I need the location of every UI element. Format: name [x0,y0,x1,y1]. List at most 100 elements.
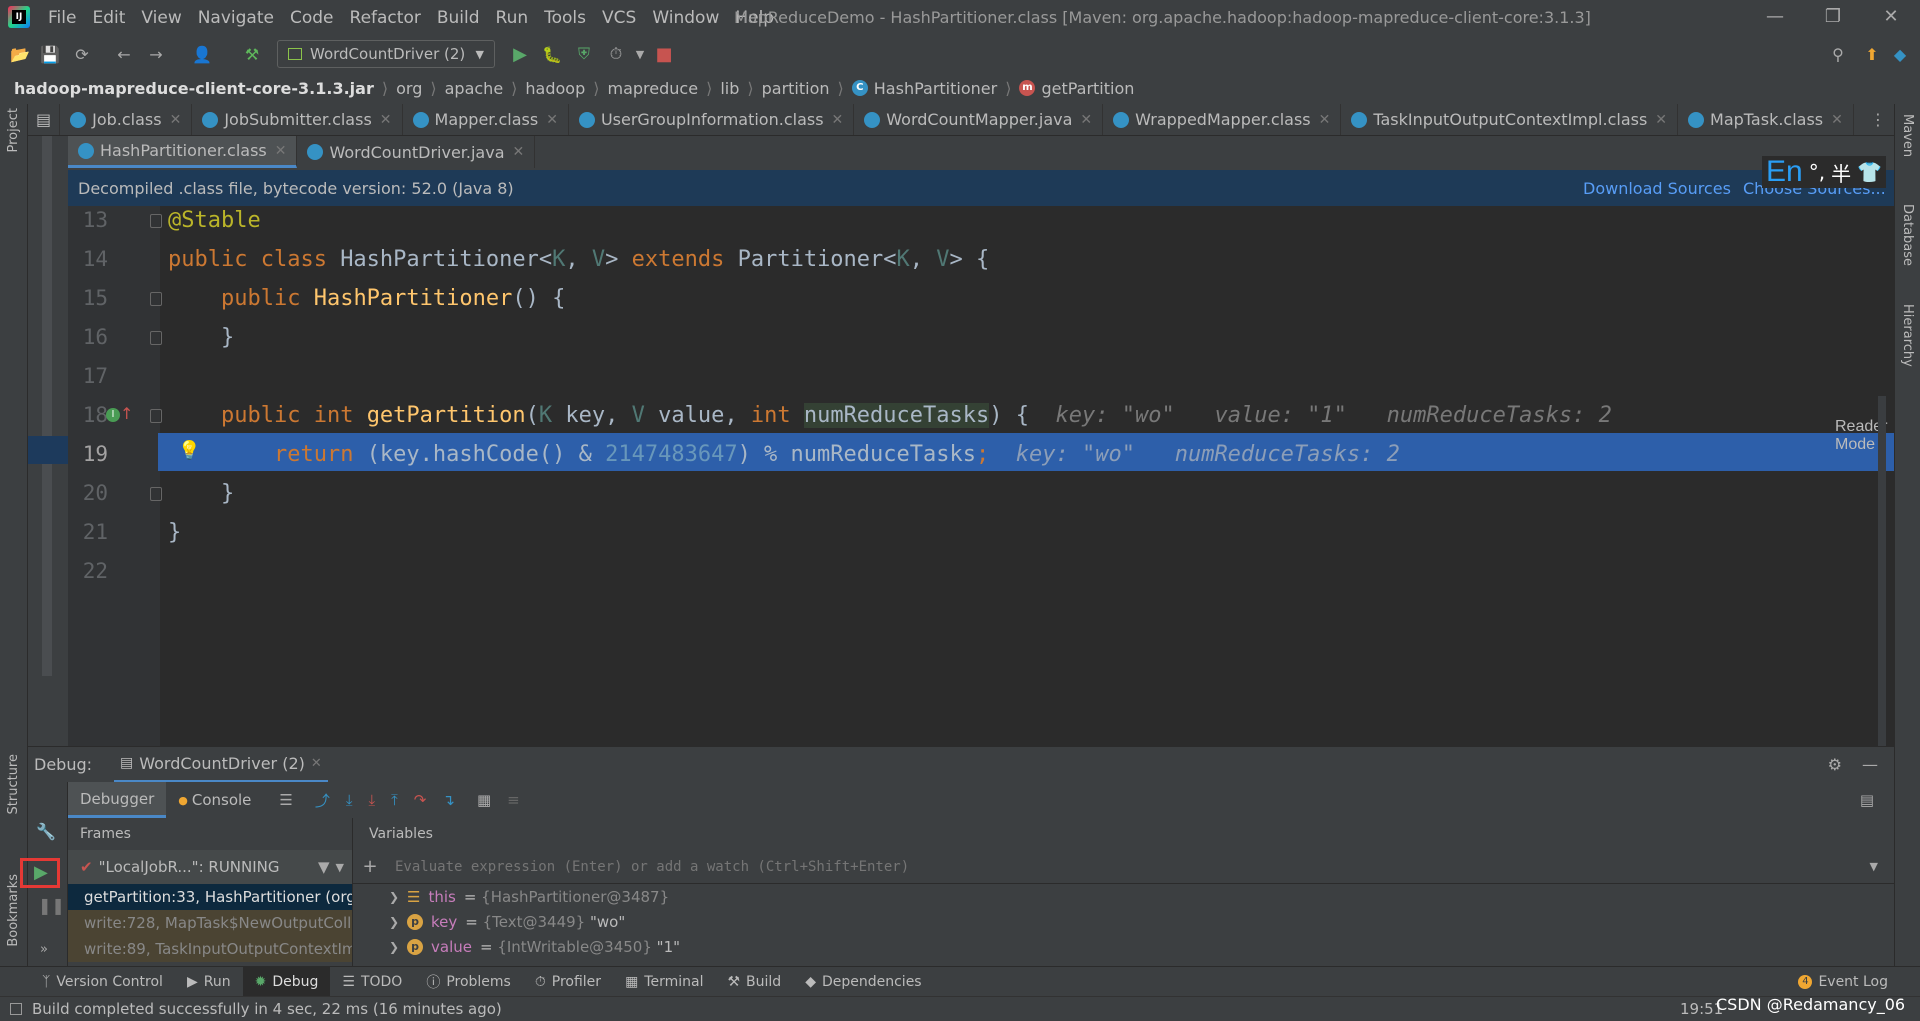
restore-icon[interactable]: ❐ [1818,6,1848,27]
menu-edit[interactable]: Edit [84,8,133,28]
skin-shirt-icon[interactable]: 👕 [1857,160,1882,184]
force-step-into-icon[interactable]: ⤓ [369,791,376,809]
tab-taskinputoutputcontextimpl-class[interactable]: TaskInputOutputContextImpl.class ✕ [1341,104,1679,135]
user-icon[interactable]: 👤 [190,42,214,66]
tab-maptask-class[interactable]: MapTask.class ✕ [1678,104,1854,135]
step-into-icon[interactable]: ⤓ [346,791,353,809]
file-structure-icon[interactable]: ▤ [28,104,61,135]
fold-icon[interactable] [150,487,162,501]
menu-navigate[interactable]: Navigate [190,8,282,28]
menu-refactor[interactable]: Refactor [342,8,429,28]
variable-row[interactable]: ❯ p key = {Text@3449} "wo" [353,909,1894,934]
hide-panel-icon[interactable]: — [1862,755,1878,774]
search-icon[interactable]: ⚲ [1826,42,1850,66]
maven-tool-button[interactable]: Maven [1900,114,1915,157]
fold-icon[interactable] [150,292,162,306]
status-square-icon[interactable] [10,1003,22,1015]
wrench-icon[interactable]: 🔧 [36,822,56,841]
sync-icon[interactable]: ⟳ [70,42,94,66]
breadcrumb-method[interactable]: getPartition [1041,79,1134,98]
tab-usergroupinformation-class[interactable]: UserGroupInformation.class ✕ [569,104,855,135]
menu-file[interactable]: File [40,8,84,28]
pause-icon[interactable]: ❚❚ [38,896,65,915]
minimize-icon[interactable]: — [1760,6,1790,27]
breadcrumb-org[interactable]: org [396,79,422,98]
frame-item[interactable]: getPartition:33, HashPartitioner (org. [68,884,352,910]
tab-run[interactable]: ▶ Run [175,967,243,997]
save-icon[interactable]: 💾 [38,42,62,66]
stop-icon[interactable]: ■ [652,42,676,66]
more-tabs-icon[interactable]: ⋮ [1862,104,1894,135]
close-tab-icon[interactable]: ✕ [170,112,182,128]
tab-build[interactable]: ⚒ Build [715,967,793,997]
open-folder-icon[interactable]: 📂 [8,42,32,66]
close-tab-icon[interactable]: ✕ [1655,112,1667,128]
close-tab-icon[interactable]: ✕ [275,143,287,159]
menu-vcs[interactable]: VCS [594,8,644,28]
breadcrumb-partition[interactable]: partition [762,79,830,98]
project-tool-button[interactable]: Project [6,108,21,152]
menu-window[interactable]: Window [644,8,727,28]
frame-item[interactable]: write:89, TaskInputOutputContextImp [68,936,352,962]
event-log-button[interactable]: 4 Event Log [1786,967,1900,997]
drop-frame-icon[interactable]: ↷ [414,791,427,809]
structure-tool-button[interactable]: Structure [6,754,21,814]
thread-selector[interactable]: ✔ "LocalJobR...": RUNNING ▼ ▼ [68,850,352,884]
fold-icon[interactable] [150,214,162,228]
ime-punct[interactable]: °, [1809,160,1825,184]
tab-problems[interactable]: ⓘ Problems [414,967,523,997]
breadcrumb-class[interactable]: HashPartitioner [874,79,997,98]
menu-code[interactable]: Code [282,8,342,28]
jetbrains-toolbox-icon[interactable]: ◆ [1888,42,1912,66]
database-tool-button[interactable]: Database [1900,204,1915,266]
run-icon[interactable]: ▶ [508,42,532,66]
frame-item[interactable]: write:728, MapTask$NewOutputColle [68,910,352,936]
override-arrow-icon[interactable]: ↑ [120,404,133,423]
ime-mode[interactable]: 半 [1831,158,1851,187]
step-over-icon[interactable]: ⤴ [315,790,330,811]
menu-run[interactable]: Run [488,8,537,28]
restore-layout-icon[interactable]: ▤ [1860,791,1874,809]
evaluate-expression-input[interactable] [387,858,1870,875]
tab-terminal[interactable]: ▦ Terminal [613,967,715,997]
tab-version-control[interactable]: ᛉ Version Control [30,967,175,997]
implements-method-icon[interactable]: I [106,408,120,422]
ime-language[interactable]: En [1766,155,1803,189]
fold-icon[interactable] [150,409,162,423]
expand-arrow-icon[interactable]: ❯ [389,890,399,904]
tab-console[interactable]: ● Console [166,791,263,809]
build-hammer-icon[interactable]: ⚒ [240,42,264,66]
close-tab-icon[interactable]: ✕ [832,112,844,128]
trace-icon[interactable]: ≡ [507,791,520,809]
menu-build[interactable]: Build [429,8,488,28]
coverage-icon[interactable]: ⛨ [572,42,596,66]
variable-row[interactable]: ❯ p value = {IntWritable@3450} "1" [353,934,1894,959]
settings-gear-icon[interactable]: ⚙ [1828,755,1842,774]
breadcrumb-jar[interactable]: hadoop-mapreduce-client-core-3.1.3.jar [14,79,374,98]
tab-hashpartitioner-class[interactable]: HashPartitioner.class ✕ [68,136,298,168]
breadcrumb-hadoop[interactable]: hadoop [525,79,585,98]
menu-tools[interactable]: Tools [536,8,594,28]
profiler-icon[interactable]: ⏱ [604,42,628,66]
tab-wrappedmapper-class[interactable]: WrappedMapper.class ✕ [1103,104,1342,135]
chevron-down-icon[interactable]: ▼ [336,861,344,874]
tab-debugger[interactable]: Debugger [68,782,167,818]
breadcrumb-apache[interactable]: apache [445,79,504,98]
expand-arrow-icon[interactable]: ❯ [389,915,399,929]
tab-wordcountdriver-java[interactable]: WordCountDriver.java ✕ [297,136,536,168]
breadcrumb-lib[interactable]: lib [720,79,739,98]
download-sources-link[interactable]: Download Sources [1583,179,1731,198]
tab-dependencies[interactable]: ◆ Dependencies [793,967,933,997]
tab-mapper-class[interactable]: Mapper.class ✕ [403,104,569,135]
breadcrumb-mapreduce[interactable]: mapreduce [608,79,699,98]
update-icon[interactable]: ⬆ [1860,42,1884,66]
close-tab-icon[interactable]: ✕ [1080,112,1092,128]
close-session-icon[interactable]: ✕ [311,756,322,771]
code-editor[interactable]: 13 14 15 16 17 18 19 20 21 22 I ↑ 💡 Read… [68,206,1894,756]
menu-view[interactable]: View [133,8,189,28]
evaluate-expression-icon[interactable]: ▦ [477,791,491,809]
run-to-cursor-icon[interactable]: ↴ [442,791,455,809]
close-window-icon[interactable]: ✕ [1876,6,1906,27]
bookmarks-tool-button[interactable]: Bookmarks [6,874,21,947]
tab-debug[interactable]: ✹ Debug [242,966,331,997]
